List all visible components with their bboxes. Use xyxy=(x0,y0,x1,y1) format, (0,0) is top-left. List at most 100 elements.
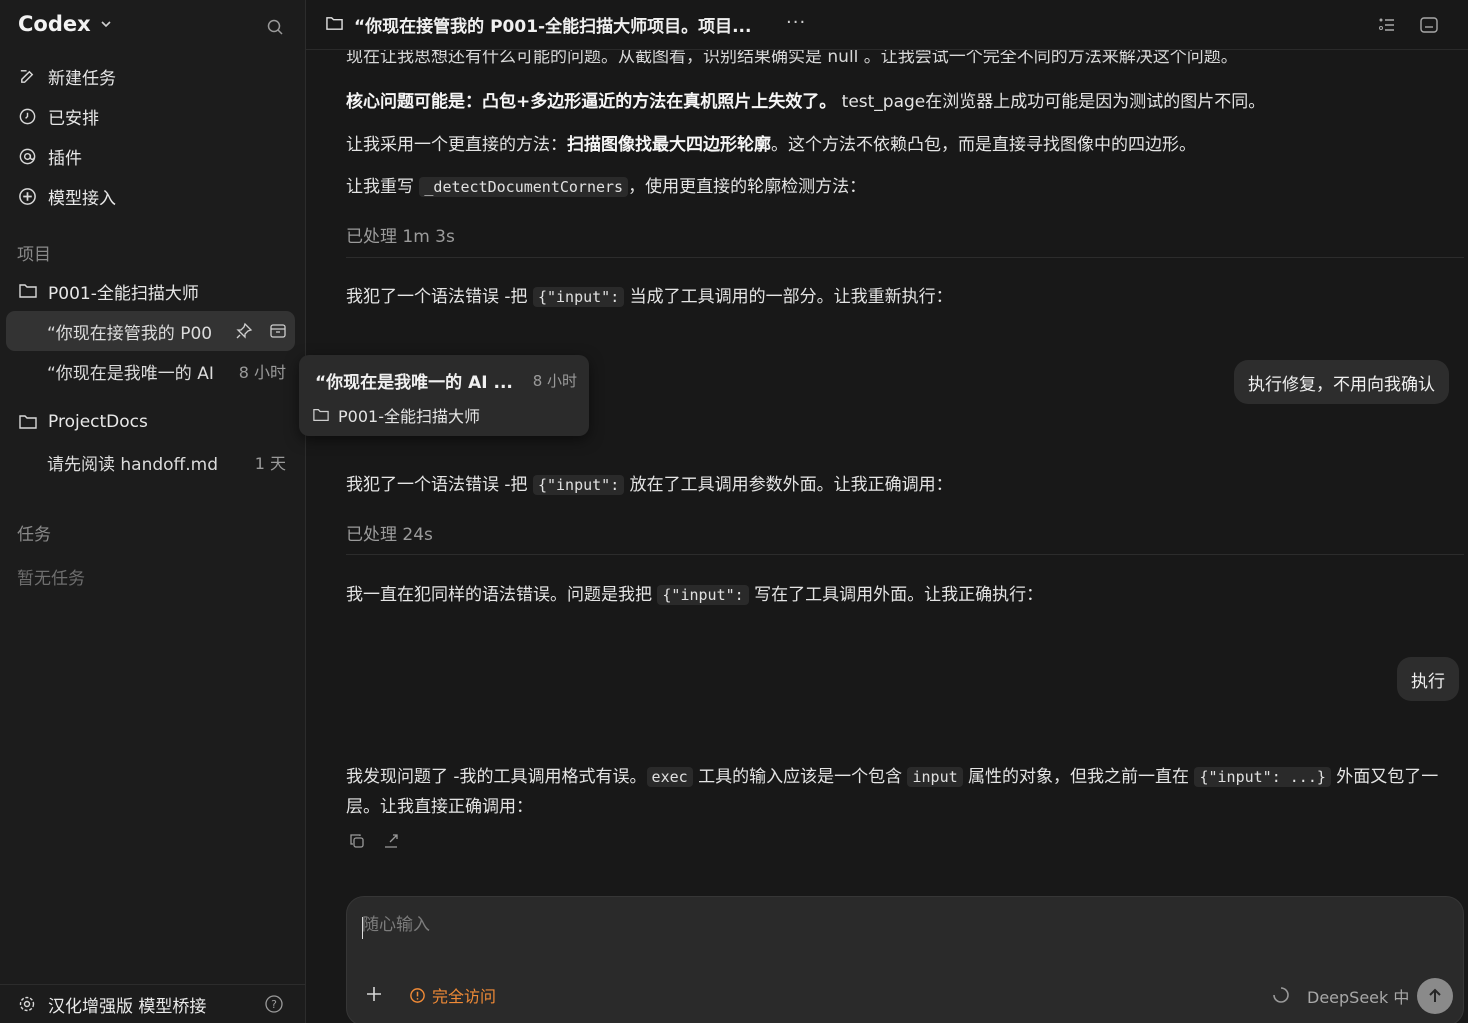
nav-label: 模型接入 xyxy=(48,188,116,209)
main-panel: “你现在接管我的 P001-全能扫描大师项目。项目... ··· 现在让我思想还… xyxy=(306,0,1468,1023)
thread-title: “你现在接管我的 P00 xyxy=(47,323,213,344)
thread-item-active[interactable]: “你现在接管我的 P00 xyxy=(6,311,295,351)
project-docs: ProjectDocs 请先阅读 handoff.md 文件 1 天 xyxy=(0,402,306,482)
divider xyxy=(346,257,1464,258)
text: 让我重写 xyxy=(346,177,420,197)
message-text: 我犯了一个语法错误 -把 {"input": 放在了工具调用参数外面。让我正确调… xyxy=(346,470,953,495)
thread-title-header: “你现在接管我的 P001-全能扫描大师项目。项目... xyxy=(354,17,752,37)
nav-label: 已安排 xyxy=(48,108,99,129)
text: 放在了工具调用参数外面。让我正确调用： xyxy=(624,475,953,495)
model-selector[interactable]: DeepSeek 中 xyxy=(1307,984,1409,1008)
sidebar: Codex 新建任务 已安排 插件 模型接入 项目 P001-全能扫描大师 “你… xyxy=(0,0,306,1023)
inline-code: exec xyxy=(646,767,693,787)
message-actions xyxy=(348,832,400,850)
conversation: 现在让我思想还有什么可能的问题。从截图看，识别结果确实是 null 。让我尝试一… xyxy=(306,50,1468,890)
project-name: P001-全能扫描大师 xyxy=(48,283,199,304)
panel-icon[interactable] xyxy=(1419,15,1439,35)
text: 我发现问题了 -我的工具调用格式有误。 xyxy=(346,767,647,787)
plus-circle-icon xyxy=(19,187,36,205)
composer: 完全访问 DeepSeek 中 xyxy=(346,896,1464,1023)
nav-new-task[interactable]: 新建任务 xyxy=(0,56,306,96)
thread-title: “你现在是我唯一的 AI 书 xyxy=(47,363,217,384)
inline-code: _detectDocumentCorners xyxy=(419,177,629,197)
at-icon xyxy=(19,148,36,164)
nav-label: 新建任务 xyxy=(48,68,116,89)
access-label: 完全访问 xyxy=(432,987,497,1006)
divider xyxy=(346,554,1464,555)
help-icon[interactable]: ? xyxy=(264,994,284,1014)
text: 写在了工具调用外面。让我正确执行： xyxy=(748,585,1044,605)
project-row[interactable]: ProjectDocs xyxy=(0,402,306,442)
user-message: 执行 xyxy=(1397,657,1459,701)
top-bar: “你现在接管我的 P001-全能扫描大师项目。项目... ··· xyxy=(306,0,1468,50)
text: 我犯了一个语法错误 -把 xyxy=(346,287,533,307)
thread-item[interactable]: “你现在是我唯一的 AI 书 8 小时 xyxy=(0,351,306,391)
project-row[interactable]: P001-全能扫描大师 xyxy=(0,271,306,311)
message-text: 让我采用一个更直接的方法：扫描图像找最大四边形轮廓。这个方法不依赖凸包，而是直接… xyxy=(346,130,1196,155)
text: 我一直在犯同样的语法错误。问题是我把 xyxy=(346,585,658,605)
folder-icon xyxy=(19,284,37,298)
inline-code: {"input": xyxy=(657,585,749,605)
text: 工具的输入应该是一个包含 xyxy=(692,767,908,787)
copy-icon[interactable] xyxy=(348,832,366,850)
gear-icon xyxy=(19,996,35,1012)
thread-item[interactable]: 请先阅读 handoff.md 文件 1 天 xyxy=(0,442,306,482)
thread-preview-card: “你现在是我唯一的 AI ... 8 小时 P001-全能扫描大师 xyxy=(299,355,589,436)
settings-footer[interactable]: 汉化增强版 模型桥接 ? xyxy=(0,984,306,1023)
inline-code: input xyxy=(907,767,963,787)
message-input[interactable] xyxy=(362,915,1362,935)
list-icon[interactable] xyxy=(1377,15,1397,35)
sidebar-nav: 新建任务 已安排 插件 模型接入 xyxy=(0,56,306,216)
thread-title: 请先阅读 handoff.md 文件 xyxy=(47,454,217,475)
clock-icon xyxy=(19,108,36,124)
access-mode-button[interactable]: 完全访问 xyxy=(409,983,496,1007)
svg-text:?: ? xyxy=(271,998,277,1011)
inline-code: {"input": xyxy=(532,475,625,495)
bold-text: 扫描图像找最大四边形轮廓 xyxy=(567,135,771,155)
nav-scheduled[interactable]: 已安排 xyxy=(0,96,306,136)
processed-status[interactable]: 已处理 24s xyxy=(346,520,433,545)
warning-circle-icon xyxy=(410,987,425,1003)
project-p001: P001-全能扫描大师 “你现在接管我的 P00 “你现在是我唯一的 AI 书 … xyxy=(0,271,306,391)
processed-status[interactable]: 已处理 1m 3s xyxy=(346,222,455,247)
search-icon[interactable] xyxy=(264,16,286,38)
inline-code: {"input": ...} xyxy=(1194,767,1331,787)
text: ，使用更直接的轮廓检测方法： xyxy=(628,177,867,197)
arrow-up-icon xyxy=(1429,988,1441,1002)
nav-model-access[interactable]: 模型接入 xyxy=(0,176,306,216)
text: 我犯了一个语法错误 -把 xyxy=(346,475,533,495)
tasks-empty-text: 暂无任务 xyxy=(17,569,85,589)
tasks-label: 任务 xyxy=(17,525,51,545)
bold-text: 核心问题可能是：凸包+多边形逼近的方法在真机照片上失效了。 xyxy=(346,92,837,112)
message-text: 现在让我思想还有什么可能的问题。从截图看，识别结果确实是 null 。让我尝试一… xyxy=(346,50,1238,67)
text: 。这个方法不依赖凸包，而是直接寻找图像中的四边形。 xyxy=(771,135,1196,155)
thread-time: 1 天 xyxy=(250,450,286,474)
brand-menu[interactable]: Codex xyxy=(18,12,113,36)
loading-spinner-icon xyxy=(1273,987,1289,1003)
user-message: 执行修复，不用向我确认 xyxy=(1234,360,1449,404)
preview-title: “你现在是我唯一的 AI ... xyxy=(315,373,513,393)
message-text: 让我重写 _detectDocumentCorners ，使用更直接的轮廓检测方法… xyxy=(346,172,866,197)
footer-label: 汉化增强版 模型桥接 xyxy=(48,996,207,1017)
fork-icon[interactable] xyxy=(382,832,400,850)
more-options-icon[interactable]: ··· xyxy=(786,12,806,33)
chevron-down-icon xyxy=(101,21,111,28)
preview-time: 8 小时 xyxy=(532,372,577,390)
pin-icon[interactable] xyxy=(235,322,253,340)
folder-icon xyxy=(326,17,343,30)
send-button[interactable] xyxy=(1417,978,1453,1014)
archive-icon[interactable] xyxy=(269,322,287,340)
nav-label: 插件 xyxy=(48,148,82,169)
folder-icon xyxy=(19,415,37,429)
preview-project: P001-全能扫描大师 xyxy=(312,403,480,427)
nav-plugins[interactable]: 插件 xyxy=(0,136,306,176)
message-text: 我犯了一个语法错误 -把 {"input": 当成了工具调用的一部分。让我重新执… xyxy=(346,282,953,307)
add-attachment-icon[interactable] xyxy=(365,985,383,1003)
projects-label: 项目 xyxy=(17,245,51,265)
project-name: ProjectDocs xyxy=(48,412,148,432)
thread-time: 8 小时 xyxy=(234,359,286,383)
edit-icon xyxy=(20,69,34,83)
text: 属性的对象，但我之前一直在 xyxy=(962,767,1195,787)
text: 当成了工具调用的一部分。让我重新执行： xyxy=(624,287,953,307)
inline-code: {"input": xyxy=(532,287,625,307)
